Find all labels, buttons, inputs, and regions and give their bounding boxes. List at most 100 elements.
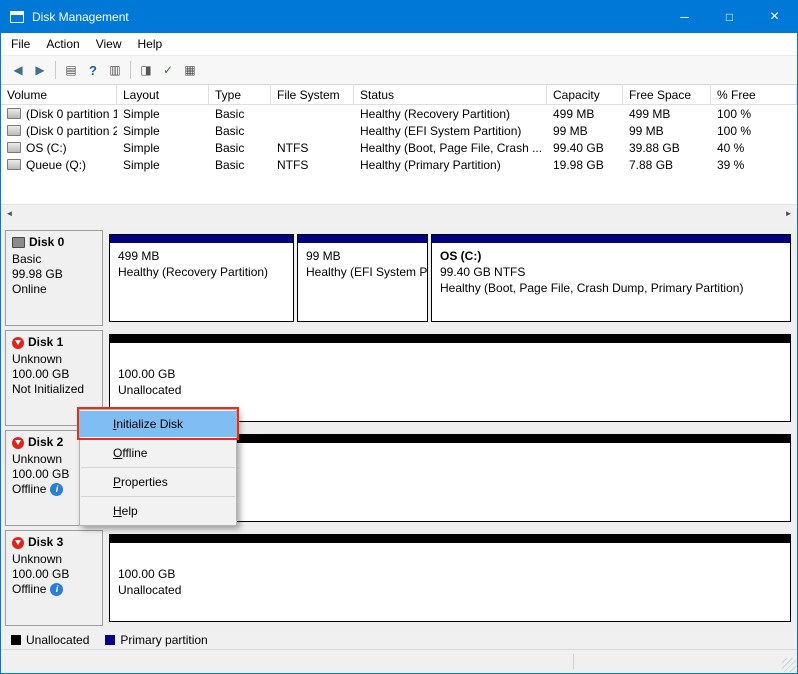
partition-size: 99.40 GB NTFS bbox=[440, 264, 782, 280]
disk-type: Unknown bbox=[12, 552, 96, 567]
volume-icon bbox=[7, 125, 21, 136]
volume-type: Basic bbox=[209, 139, 271, 156]
volume-file-system: NTFS bbox=[271, 156, 354, 173]
disk-row-0: Disk 0 Basic 99.98 GB Online 499 MB Heal… bbox=[5, 230, 793, 326]
menu-view[interactable]: View bbox=[88, 34, 130, 54]
disk-error-icon bbox=[12, 537, 24, 549]
volume-layout: Simple bbox=[117, 105, 209, 122]
volume-layout: Simple bbox=[117, 122, 209, 139]
menu-item-initialize-disk[interactable]: Initialize Disk bbox=[80, 411, 236, 437]
show-console-tree-icon[interactable]: ▤ bbox=[60, 59, 82, 81]
back-icon[interactable]: ◀ bbox=[7, 59, 29, 81]
forward-icon[interactable]: ▶ bbox=[29, 59, 51, 81]
volume-file-system bbox=[271, 105, 354, 122]
volume-percent-free: 100 % bbox=[711, 122, 797, 139]
volume-file-system: NTFS bbox=[271, 139, 354, 156]
titlebar[interactable]: Disk Management ─ □ × bbox=[1, 1, 797, 33]
export-list-icon[interactable]: ▥ bbox=[104, 59, 126, 81]
volume-name: OS (C:) bbox=[26, 141, 67, 155]
volume-status: Healthy (Recovery Partition) bbox=[354, 105, 547, 122]
volume-status: Healthy (Primary Partition) bbox=[354, 156, 547, 173]
disk-error-icon bbox=[12, 437, 24, 449]
column-header-layout[interactable]: Layout bbox=[117, 85, 209, 104]
disk-row-3: Disk 3 Unknown 100.00 GB Offline 100.00 … bbox=[5, 530, 793, 626]
menu-file[interactable]: File bbox=[3, 34, 38, 54]
volume-name: (Disk 0 partition 2) bbox=[26, 124, 117, 138]
menu-item-help[interactable]: Help bbox=[80, 498, 236, 524]
volume-icon bbox=[7, 142, 21, 153]
volume-icon bbox=[7, 159, 21, 170]
volume-free-space: 99 MB bbox=[623, 122, 711, 139]
scroll-left-icon[interactable]: ◄ bbox=[1, 205, 18, 221]
menu-help[interactable]: Help bbox=[130, 34, 171, 54]
volume-row-os-c[interactable]: OS (C:) Simple Basic NTFS Healthy (Boot,… bbox=[1, 139, 797, 156]
window-title: Disk Management bbox=[32, 10, 662, 24]
legend-swatch-unallocated bbox=[11, 635, 21, 645]
disk0-label[interactable]: Disk 0 Basic 99.98 GB Online bbox=[5, 230, 103, 326]
volume-row-disk0-partition2[interactable]: (Disk 0 partition 2) Simple Basic Health… bbox=[1, 122, 797, 139]
scrollbar-track[interactable] bbox=[18, 205, 780, 221]
partition-status: Healthy (EFI System Pa bbox=[306, 264, 419, 280]
partition-recovery[interactable]: 499 MB Healthy (Recovery Partition) bbox=[109, 234, 294, 322]
volume-name: Queue (Q:) bbox=[26, 158, 86, 172]
menu-separator bbox=[81, 467, 235, 468]
volume-list-header: Volume Layout Type File System Status Ca… bbox=[1, 85, 797, 105]
volume-row-queue-q[interactable]: Queue (Q:) Simple Basic NTFS Healthy (Pr… bbox=[1, 156, 797, 173]
partition-disk3-unallocated[interactable]: 100.00 GB Unallocated bbox=[109, 534, 791, 622]
minimize-button[interactable]: ─ bbox=[662, 1, 707, 33]
volume-name: (Disk 0 partition 1) bbox=[26, 107, 117, 121]
volume-row-disk0-partition1[interactable]: (Disk 0 partition 1) Simple Basic Health… bbox=[1, 105, 797, 122]
disk-management-window: Disk Management ─ □ × File Action View H… bbox=[0, 0, 798, 674]
properties-icon[interactable]: ▦ bbox=[179, 59, 201, 81]
volume-type: Basic bbox=[209, 122, 271, 139]
menu-separator bbox=[81, 496, 235, 497]
partition-status: Healthy (Boot, Page File, Crash Dump, Pr… bbox=[440, 280, 782, 296]
volume-capacity: 99.40 GB bbox=[547, 139, 623, 156]
partition-efi[interactable]: 99 MB Healthy (EFI System Pa bbox=[297, 234, 428, 322]
horizontal-scrollbar[interactable]: ◄ ► bbox=[1, 204, 797, 221]
disk3-label[interactable]: Disk 3 Unknown 100.00 GB Offline bbox=[5, 530, 103, 626]
menu-item-offline[interactable]: Offline bbox=[80, 440, 236, 466]
column-header-capacity[interactable]: Capacity bbox=[547, 85, 623, 104]
legend-swatch-primary bbox=[105, 635, 115, 645]
column-header-volume[interactable]: Volume bbox=[1, 85, 117, 104]
volume-status: Healthy (Boot, Page File, Crash ... bbox=[354, 139, 547, 156]
column-header-free-space[interactable]: Free Space bbox=[623, 85, 711, 104]
close-button[interactable]: × bbox=[752, 1, 797, 33]
column-header-file-system[interactable]: File System bbox=[271, 85, 354, 104]
volume-file-system bbox=[271, 122, 354, 139]
info-icon[interactable] bbox=[50, 483, 63, 496]
volume-free-space: 7.88 GB bbox=[623, 156, 711, 173]
partition-type-strip bbox=[298, 235, 427, 243]
scroll-right-icon[interactable]: ► bbox=[780, 205, 797, 221]
disk-size: 100.00 GB bbox=[12, 567, 96, 582]
column-header-status[interactable]: Status bbox=[354, 85, 547, 104]
column-header-percent-free[interactable]: % Free bbox=[711, 85, 797, 104]
resize-grip[interactable] bbox=[782, 658, 796, 672]
volume-capacity: 99 MB bbox=[547, 122, 623, 139]
volume-free-space: 499 MB bbox=[623, 105, 711, 122]
menu-item-properties[interactable]: Properties bbox=[80, 469, 236, 495]
partition-type-strip bbox=[110, 235, 293, 243]
partition-os-c[interactable]: OS (C:) 99.40 GB NTFS Healthy (Boot, Pag… bbox=[431, 234, 791, 322]
show-action-pane-icon[interactable]: ◨ bbox=[135, 59, 157, 81]
volume-capacity: 19.98 GB bbox=[547, 156, 623, 173]
disk-size: 99.98 GB bbox=[12, 267, 96, 282]
disk-error-icon bbox=[12, 337, 24, 349]
disk-name: Disk 3 bbox=[28, 535, 63, 550]
checkmark-icon[interactable]: ✓ bbox=[157, 59, 179, 81]
volume-percent-free: 39 % bbox=[711, 156, 797, 173]
column-header-type[interactable]: Type bbox=[209, 85, 271, 104]
info-icon[interactable] bbox=[50, 583, 63, 596]
partition-type-strip bbox=[110, 535, 790, 543]
partition-status: Healthy (Recovery Partition) bbox=[118, 264, 285, 280]
menu-action[interactable]: Action bbox=[38, 34, 87, 54]
volume-status: Healthy (EFI System Partition) bbox=[354, 122, 547, 139]
graphical-view: Disk 0 Basic 99.98 GB Online 499 MB Heal… bbox=[1, 227, 797, 631]
maximize-button[interactable]: □ bbox=[707, 1, 752, 33]
legend-primary-partition: Primary partition bbox=[105, 633, 207, 647]
help-icon[interactable]: ? bbox=[82, 59, 104, 81]
caption-buttons: ─ □ × bbox=[662, 1, 797, 33]
statusbar-separator bbox=[573, 654, 574, 669]
volume-icon bbox=[7, 108, 21, 119]
